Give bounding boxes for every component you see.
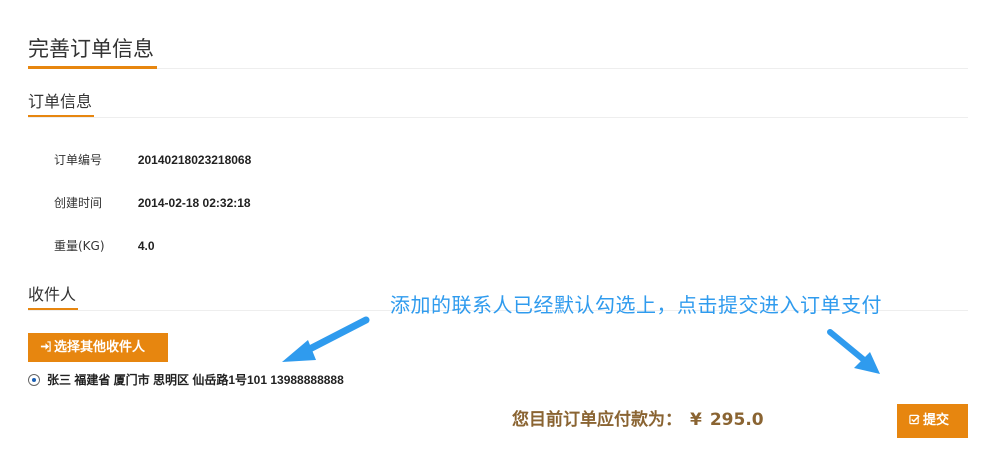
- arrow-to-contact-icon: [282, 316, 370, 362]
- weight-label: 重量(KG): [54, 239, 105, 253]
- order-number-value: 20140218023218068: [137, 153, 252, 167]
- order-number-row: 订单编号 20140218023218068: [54, 151, 251, 169]
- order-info-title: 订单信息: [28, 88, 95, 117]
- order-number-label: 订单编号: [54, 153, 103, 167]
- payment-label: 您目前订单应付款为：: [512, 410, 682, 430]
- contact-text: 张三 福建省 厦门市 思明区 仙岳路1号101 13988888888: [47, 373, 344, 387]
- sign-in-icon: [40, 341, 51, 352]
- order-page: 完善订单信息 订单信息 订单编号 20140218023218068 创建时间 …: [0, 0, 983, 451]
- created-time-label: 创建时间: [54, 196, 103, 210]
- order-info-header: 订单信息: [28, 88, 968, 118]
- weight-row: 重量(KG) 4.0: [54, 237, 155, 255]
- submit-label: 提交: [923, 413, 950, 428]
- check-square-icon: [909, 414, 920, 425]
- page-title: 完善订单信息: [28, 33, 157, 69]
- currency-symbol: ¥: [690, 410, 702, 430]
- contact-option[interactable]: 张三 福建省 厦门市 思明区 仙岳路1号101 13988888888: [28, 372, 344, 388]
- contact-radio[interactable]: [28, 374, 40, 386]
- created-time-value: 2014-02-18 02:32:18: [137, 196, 251, 210]
- payment-amount: 295.0: [709, 410, 764, 430]
- payment-total: 您目前订单应付款为： ¥295.0: [512, 407, 764, 433]
- page-header: 完善订单信息: [28, 33, 968, 69]
- submit-button[interactable]: 提交: [897, 404, 968, 438]
- arrow-to-submit-icon: [827, 329, 880, 374]
- choose-recipient-button[interactable]: 选择其他收件人: [28, 333, 168, 362]
- weight-value: 4.0: [137, 239, 155, 253]
- created-time-row: 创建时间 2014-02-18 02:32:18: [54, 194, 251, 212]
- help-annotation: 添加的联系人已经默认勾选上，点击提交进入订单支付: [390, 293, 882, 317]
- recipient-title: 收件人: [28, 281, 79, 310]
- choose-recipient-label: 选择其他收件人: [54, 340, 146, 355]
